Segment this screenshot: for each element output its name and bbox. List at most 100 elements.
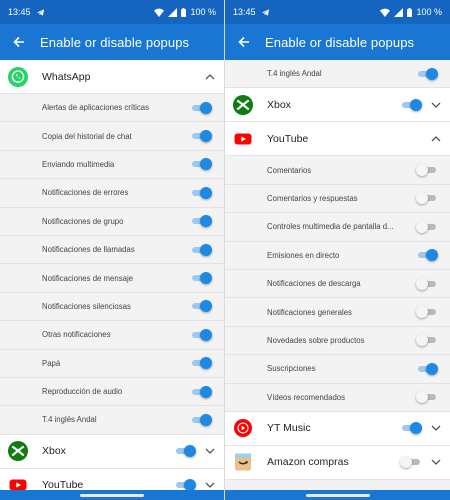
notification-channel-row[interactable]: Notificaciones de grupo [0, 207, 224, 236]
chevron-down-icon[interactable] [204, 445, 216, 457]
channel-toggle[interactable] [416, 362, 438, 375]
notification-channel-row[interactable]: Alertas de aplicaciones críticas [0, 94, 224, 123]
channel-label: Novedades sobre productos [267, 335, 365, 345]
channel-toggle[interactable] [190, 272, 212, 285]
app-row[interactable]: Xbox [225, 88, 450, 123]
toggle-thumb [416, 192, 428, 205]
channel-label: Controles multimedia de pantalla d... [267, 222, 394, 232]
app-row[interactable]: YouTube [225, 122, 450, 157]
notification-channel-row[interactable]: Suscripciones [225, 355, 450, 384]
channel-toggle[interactable] [190, 300, 212, 313]
chevron-down-icon[interactable] [430, 422, 442, 434]
channel-toggle[interactable] [416, 164, 438, 177]
notification-channel-row[interactable]: Enviando multimedia [0, 150, 224, 180]
status-right: 100 % [380, 7, 442, 17]
app-name: Amazon compras [267, 456, 349, 469]
notification-channel-row[interactable]: T.4 inglés Andal [0, 406, 224, 435]
notification-channel-row[interactable]: Papá [0, 349, 224, 378]
notification-channel-row[interactable]: Notificaciones de descarga [225, 269, 450, 299]
chevron-down-icon[interactable] [430, 456, 442, 468]
channel-toggle[interactable] [190, 101, 212, 114]
channel-toggle[interactable] [190, 186, 212, 199]
app-toggle[interactable] [400, 98, 422, 111]
chevron-down-icon[interactable] [204, 479, 216, 490]
app-row[interactable]: Amazon compras [225, 445, 450, 480]
popup-settings-list[interactable]: WhatsApp Alertas de aplicaciones críticas… [0, 60, 224, 490]
channel-toggle[interactable] [190, 215, 212, 228]
status-time: 13:45 [233, 7, 256, 17]
screen-right: 13:45 100 % Enable or disable popups T.4… [225, 0, 450, 500]
notification-channel-row[interactable]: Novedades sobre productos [225, 326, 450, 356]
toggle-thumb [184, 479, 196, 490]
channel-toggle[interactable] [190, 243, 212, 256]
app-row[interactable]: WhatsApp [0, 60, 224, 94]
home-handle[interactable] [305, 493, 370, 497]
app-row[interactable]: Xbox [0, 434, 224, 469]
battery-percent: 100 % [190, 7, 216, 17]
channel-toggle[interactable] [190, 413, 212, 426]
notification-channel-row[interactable]: Otras notificaciones [0, 321, 224, 350]
telegram-icon [261, 8, 270, 17]
chevron-up-icon[interactable] [204, 71, 216, 83]
app-name: WhatsApp [42, 70, 91, 83]
channel-toggle[interactable] [190, 357, 212, 370]
toggle-thumb [410, 422, 422, 435]
channel-toggle[interactable] [190, 385, 212, 398]
channel-label: Reproducción de audio [42, 387, 123, 397]
notification-channel-row[interactable]: Notificaciones de mensaje [0, 264, 224, 293]
channel-label: Notificaciones de descarga [267, 279, 361, 289]
notification-channel-row[interactable]: Copia del historial de chat [0, 122, 224, 151]
channel-toggle[interactable] [416, 67, 438, 80]
wifi-icon [154, 8, 165, 17]
channel-toggle[interactable] [190, 328, 212, 341]
battery-icon [181, 7, 187, 17]
notification-channel-row[interactable]: Notificaciones de errores [0, 179, 224, 208]
channel-toggle[interactable] [416, 192, 438, 205]
notification-channel-row[interactable]: Notificaciones generales [225, 298, 450, 327]
toggle-thumb [416, 164, 428, 177]
screens-container: 13:45 100 % Enable or disable popups Wha… [0, 0, 450, 500]
toggle-thumb [416, 277, 428, 290]
page-title: Enable or disable popups [40, 34, 190, 50]
channel-label: Notificaciones de grupo [42, 216, 124, 226]
notification-channel-row[interactable]: Vídeos recomendados [225, 383, 450, 412]
notification-channel-row[interactable]: Notificaciones de llamadas [0, 235, 224, 265]
app-toggle[interactable] [400, 422, 422, 435]
channel-label: Comentarios [267, 165, 312, 175]
channel-toggle[interactable] [416, 391, 438, 404]
toggle-thumb [200, 158, 212, 171]
gesture-nav-bar [0, 490, 224, 500]
chevron-up-icon[interactable] [430, 133, 442, 145]
toggle-thumb [184, 445, 196, 458]
xbox-icon [233, 94, 253, 115]
channel-label: Comentarios y respuestas [267, 193, 358, 203]
home-handle[interactable] [80, 493, 144, 497]
notification-channel-row[interactable]: T.4 inglés Andal [225, 60, 450, 89]
popup-settings-list[interactable]: T.4 inglés Andal Xbox YouTube Comentarios Co… [225, 60, 450, 490]
channel-toggle[interactable] [416, 220, 438, 233]
app-row[interactable]: YouTube [0, 468, 224, 490]
notification-channel-row[interactable]: Comentarios y respuestas [225, 184, 450, 214]
app-row[interactable]: YT Music [225, 411, 450, 446]
toggle-thumb [200, 413, 212, 426]
notification-channel-row[interactable]: Emisiones en directo [225, 241, 450, 270]
toggle-thumb [200, 215, 212, 228]
notification-channel-row[interactable]: Reproducción de audio [0, 377, 224, 407]
channel-toggle[interactable] [416, 249, 438, 262]
channel-label: Emisiones en directo [267, 250, 340, 260]
channel-toggle[interactable] [190, 158, 212, 171]
app-toggle[interactable] [174, 445, 196, 458]
notification-channel-row[interactable]: Controles multimedia de pantalla d... [225, 213, 450, 242]
channel-toggle[interactable] [416, 277, 438, 290]
app-toggle[interactable] [400, 456, 422, 469]
back-arrow-icon[interactable] [233, 31, 255, 53]
back-arrow-icon[interactable] [8, 31, 30, 53]
signal-icon [168, 7, 178, 17]
channel-toggle[interactable] [190, 130, 212, 143]
channel-toggle[interactable] [416, 334, 438, 347]
channel-toggle[interactable] [416, 306, 438, 319]
notification-channel-row[interactable]: Notificaciones silenciosas [0, 292, 224, 322]
notification-channel-row[interactable]: Comentarios [225, 156, 450, 185]
app-toggle[interactable] [174, 479, 196, 490]
chevron-down-icon[interactable] [430, 99, 442, 111]
